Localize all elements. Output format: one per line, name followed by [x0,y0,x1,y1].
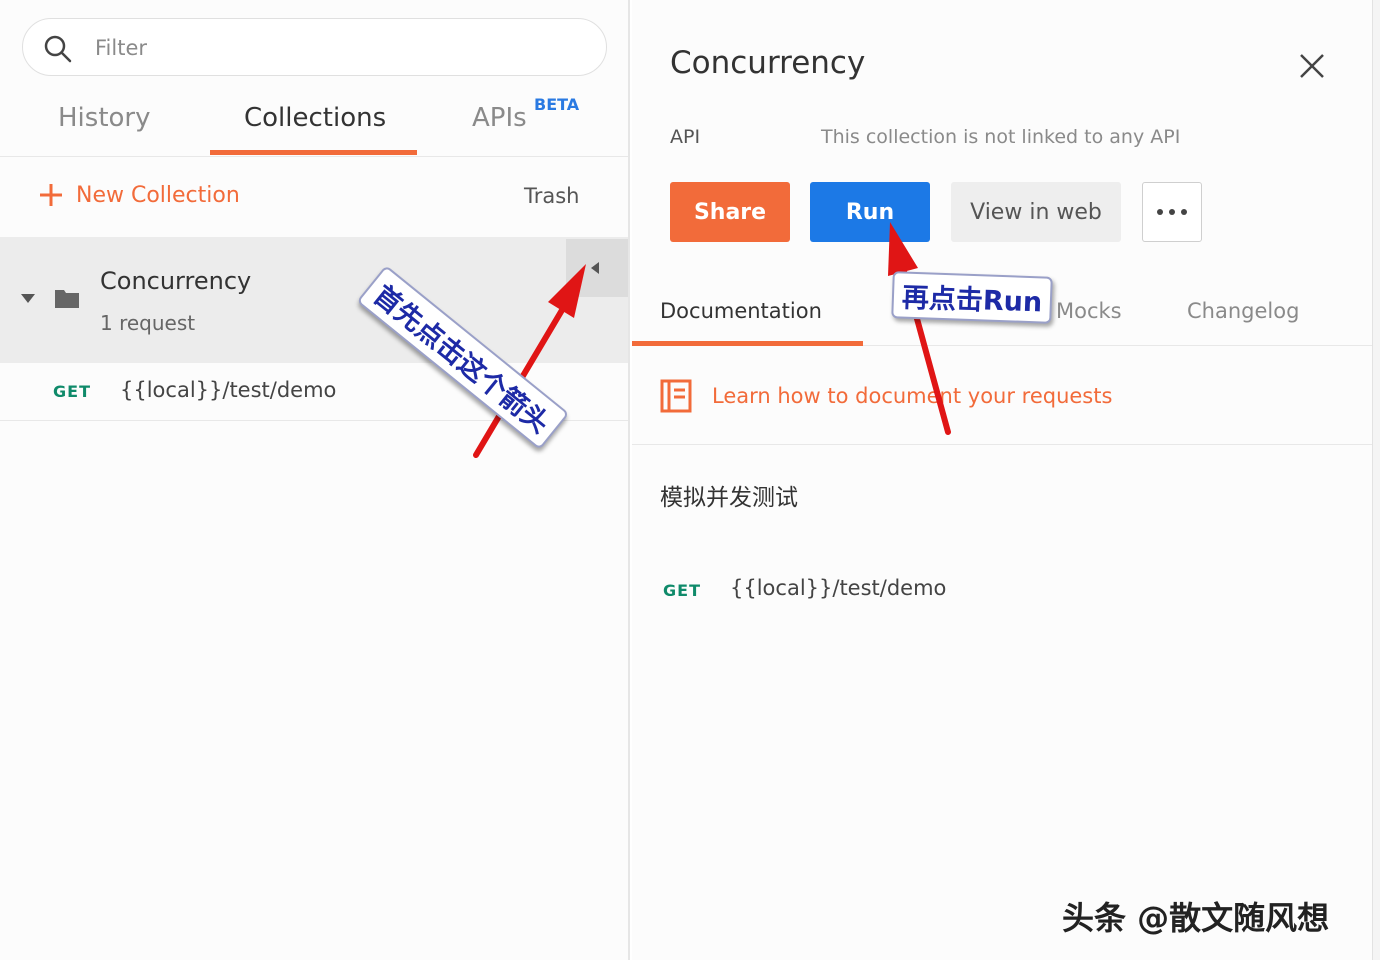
watermark: 头条 @散文随风想 [1062,899,1330,937]
new-collection-button[interactable]: New Collection [38,182,240,208]
more-actions-button[interactable] [1142,182,1202,242]
folder-icon [55,290,79,308]
request-method: GET [663,581,701,600]
new-collection-label: New Collection [76,182,240,208]
collection-expand-arrow-button[interactable] [566,239,628,297]
close-icon[interactable] [1298,52,1326,80]
api-link-status: This collection is not linked to any API [821,126,1181,148]
tab-changelog[interactable]: Changelog [1187,299,1299,323]
active-tab-indicator [632,341,863,346]
caret-down-icon[interactable] [20,292,36,304]
active-tab-indicator [210,150,417,155]
documentation-hint: Learn how to document your requests [632,347,1372,445]
view-in-web-button[interactable]: View in web [951,182,1121,242]
caret-left-icon [591,262,599,274]
filter-input[interactable]: Filter [95,36,147,60]
right-edge-panel [1372,0,1380,960]
beta-badge: BETA [534,95,580,114]
collection-item-concurrency[interactable]: Concurrency 1 request [0,237,628,363]
tab-apis-label: APIs [472,103,527,133]
sidebar-tabs: History Collections APIs BETA [0,95,628,157]
panel-title: Concurrency [670,45,866,81]
collections-sidebar: Filter History Collections APIs BETA New… [0,0,630,960]
request-url: {{local}}/test/demo [730,576,947,600]
learn-documentation-link[interactable]: Learn how to document your requests [712,384,1112,408]
search-icon [44,35,72,63]
collection-request-count: 1 request [100,311,196,335]
collection-name: Concurrency [100,267,252,295]
plus-icon [40,184,62,206]
collection-details-panel: Concurrency API This collection is not l… [632,0,1372,960]
ellipsis-icon [1157,209,1187,215]
tab-apis[interactable]: APIs BETA [472,95,579,133]
request-method: GET [53,382,91,401]
tab-mocks[interactable]: Mocks [1056,299,1122,323]
run-button[interactable]: Run [810,182,930,242]
sidebar-toolbar: New Collection Trash [0,158,628,236]
filter-search-box[interactable]: Filter [22,18,607,76]
share-button[interactable]: Share [670,182,790,242]
tab-documentation[interactable]: Documentation [660,299,822,323]
api-label: API [670,126,701,148]
trash-link[interactable]: Trash [524,184,580,208]
collection-description: 模拟并发测试 [660,485,798,511]
document-icon [660,379,692,413]
annotation-click-run: 再点击Run [891,271,1054,324]
request-url: {{local}}/test/demo [120,378,337,402]
tab-history[interactable]: History [58,103,151,133]
tab-collections[interactable]: Collections [244,103,386,133]
